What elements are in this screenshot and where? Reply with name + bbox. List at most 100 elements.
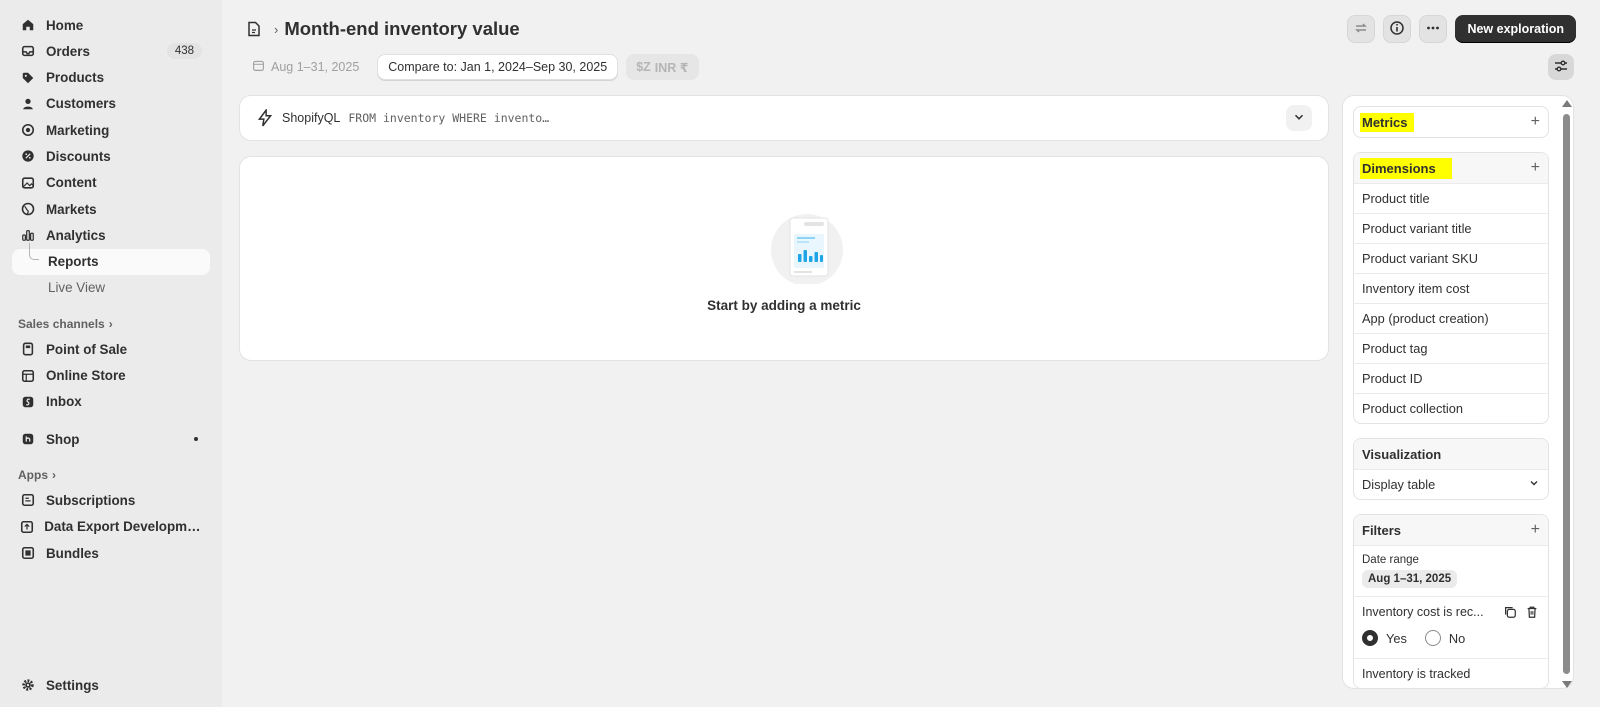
chevron-down-icon xyxy=(1528,477,1540,492)
dimension-item[interactable]: Product variant SKU xyxy=(1354,243,1548,273)
shopifyql-editor[interactable]: ShopifyQL FROM inventory WHERE invento… xyxy=(239,95,1329,141)
nav-item-inbox[interactable]: Inbox xyxy=(12,389,210,415)
duplicate-icon[interactable] xyxy=(1502,604,1518,620)
lightning-icon xyxy=(256,107,274,127)
dimension-item[interactable]: Product collection xyxy=(1354,393,1548,423)
sales-channels-heading[interactable]: Sales channels › xyxy=(12,312,210,336)
document-icon[interactable] xyxy=(246,21,262,37)
globe-icon xyxy=(20,201,36,217)
nav-item-point-of-sale[interactable]: Point of Sale xyxy=(12,336,210,362)
date-range-tag[interactable]: Aug 1–31, 2025 xyxy=(1362,570,1458,588)
add-metric-icon[interactable]: + xyxy=(1531,113,1540,131)
target-icon xyxy=(20,122,36,138)
filters-section: Filters + Date range Aug 1–31, 2025 Inve… xyxy=(1353,514,1549,688)
apps-heading[interactable]: Apps › xyxy=(12,463,210,487)
nav-item-discounts[interactable]: Discounts xyxy=(12,143,210,169)
new-exploration-button[interactable]: New exploration xyxy=(1455,15,1576,43)
filter-bar: Aug 1–31, 2025 Compare to: Jan 1, 2024–S… xyxy=(242,54,699,80)
metrics-title: Metrics xyxy=(1360,112,1414,132)
nav-item-products[interactable]: Products xyxy=(12,65,210,91)
add-dimension-icon[interactable]: + xyxy=(1531,159,1540,177)
visualization-header: Visualization xyxy=(1354,439,1548,469)
add-filter-icon[interactable]: + xyxy=(1531,521,1540,539)
inbox-app-icon xyxy=(20,394,36,410)
gear-icon xyxy=(20,677,36,693)
info-button[interactable] xyxy=(1383,15,1412,43)
more-actions-button[interactable] xyxy=(1419,15,1448,43)
nav-item-online-store[interactable]: Online Store xyxy=(12,363,210,389)
refresh-button[interactable] xyxy=(1347,15,1376,43)
query-language-label: ShopifyQL xyxy=(282,111,341,125)
dimension-item[interactable]: Inventory item cost xyxy=(1354,273,1548,303)
bar-chart-icon xyxy=(20,227,36,243)
image-icon xyxy=(20,175,36,191)
filter-inventory-cost[interactable]: Inventory cost is rec... xyxy=(1354,596,1548,626)
nav-item-orders[interactable]: Orders 438 xyxy=(12,38,210,64)
nav-item-bundles[interactable]: Bundles xyxy=(12,540,210,566)
chevron-down-icon xyxy=(1292,110,1306,127)
nav-item-analytics[interactable]: Analytics xyxy=(12,222,210,248)
compare-picker[interactable]: Compare to: Jan 1, 2024–Sep 30, 2025 xyxy=(377,54,619,80)
nav-item-marketing[interactable]: Marketing xyxy=(12,117,210,143)
scroll-down-arrow[interactable] xyxy=(1562,681,1572,688)
date-range-label: Date range xyxy=(1354,545,1548,570)
app-icon xyxy=(20,519,34,535)
dimensions-title: Dimensions xyxy=(1360,157,1452,179)
filters-header[interactable]: Filters + xyxy=(1354,515,1548,545)
dimension-item[interactable]: Product variant title xyxy=(1354,213,1548,243)
nav-item-settings[interactable]: Settings xyxy=(12,672,210,698)
nav-item-markets[interactable]: Markets xyxy=(12,196,210,222)
page-title: Month-end inventory value xyxy=(284,18,520,39)
home-icon xyxy=(20,17,36,33)
exploration-settings-panel: Metrics + Dimensions + Product title Pro… xyxy=(1342,95,1574,689)
person-icon xyxy=(20,96,36,112)
radio-yes[interactable]: Yes xyxy=(1362,630,1407,646)
dimension-item[interactable]: Product title xyxy=(1354,183,1548,213)
inventory-cost-radio-group: Yes No xyxy=(1354,626,1548,658)
chevron-right-icon: › xyxy=(52,468,56,483)
nav-item-shop[interactable]: Shop xyxy=(12,426,210,452)
nav-item-customers[interactable]: Customers xyxy=(12,91,210,117)
shop-status-dot xyxy=(194,437,198,442)
date-range-picker[interactable]: Aug 1–31, 2025 xyxy=(242,54,369,80)
app-icon xyxy=(20,545,36,561)
trash-icon[interactable] xyxy=(1524,604,1540,620)
nav-item-content[interactable]: Content xyxy=(12,170,210,196)
metrics-section: Metrics + xyxy=(1353,106,1549,138)
expand-query-button[interactable] xyxy=(1286,105,1312,131)
nav-item-reports[interactable]: Reports xyxy=(12,242,210,275)
visualization-section: Visualization Display table xyxy=(1353,438,1549,500)
radio-unselected xyxy=(1424,630,1441,646)
metrics-header[interactable]: Metrics + xyxy=(1354,107,1548,137)
toggle-settings-panel-button[interactable] xyxy=(1548,54,1574,80)
nav-item-live-view[interactable]: Live View xyxy=(12,275,210,301)
scroll-up-arrow[interactable] xyxy=(1562,100,1572,107)
inbox-icon xyxy=(20,43,36,59)
currency-exchange-icon: $Z xyxy=(636,60,651,74)
dimension-item[interactable]: Product tag xyxy=(1354,333,1548,363)
filters-title: Filters xyxy=(1362,522,1402,538)
refresh-icon xyxy=(1353,20,1369,39)
nav-item-data-export[interactable]: Data Export Development ... xyxy=(12,514,210,540)
dimensions-header[interactable]: Dimensions + xyxy=(1354,153,1548,183)
currency-picker[interactable]: $Z INR ₹ xyxy=(626,54,699,80)
header-actions: New exploration xyxy=(1347,15,1576,43)
chevron-right-icon: › xyxy=(108,317,113,332)
filter-inventory-tracked[interactable]: Inventory is tracked xyxy=(1354,658,1548,688)
shop-icon xyxy=(20,431,36,447)
scroll-thumb[interactable] xyxy=(1563,114,1570,674)
info-icon xyxy=(1389,20,1405,39)
main-nav: Home Orders 438 Products Customers Marke… xyxy=(12,12,210,301)
nav-item-subscriptions[interactable]: Subscriptions xyxy=(12,487,210,513)
sliders-icon xyxy=(1553,58,1569,77)
tag-icon xyxy=(20,70,36,86)
discount-icon xyxy=(20,148,36,164)
radio-no[interactable]: No xyxy=(1424,630,1465,646)
report-illustration-icon xyxy=(768,212,846,286)
dimension-item[interactable]: App (product creation) xyxy=(1354,303,1548,333)
visualization-select[interactable]: Display table xyxy=(1354,469,1548,499)
dimension-item[interactable]: Product ID xyxy=(1354,363,1548,393)
panel-scrollbar[interactable] xyxy=(1560,98,1572,690)
nav-item-home[interactable]: Home xyxy=(12,12,210,38)
visualization-empty-state: Start by adding a metric xyxy=(239,156,1329,361)
